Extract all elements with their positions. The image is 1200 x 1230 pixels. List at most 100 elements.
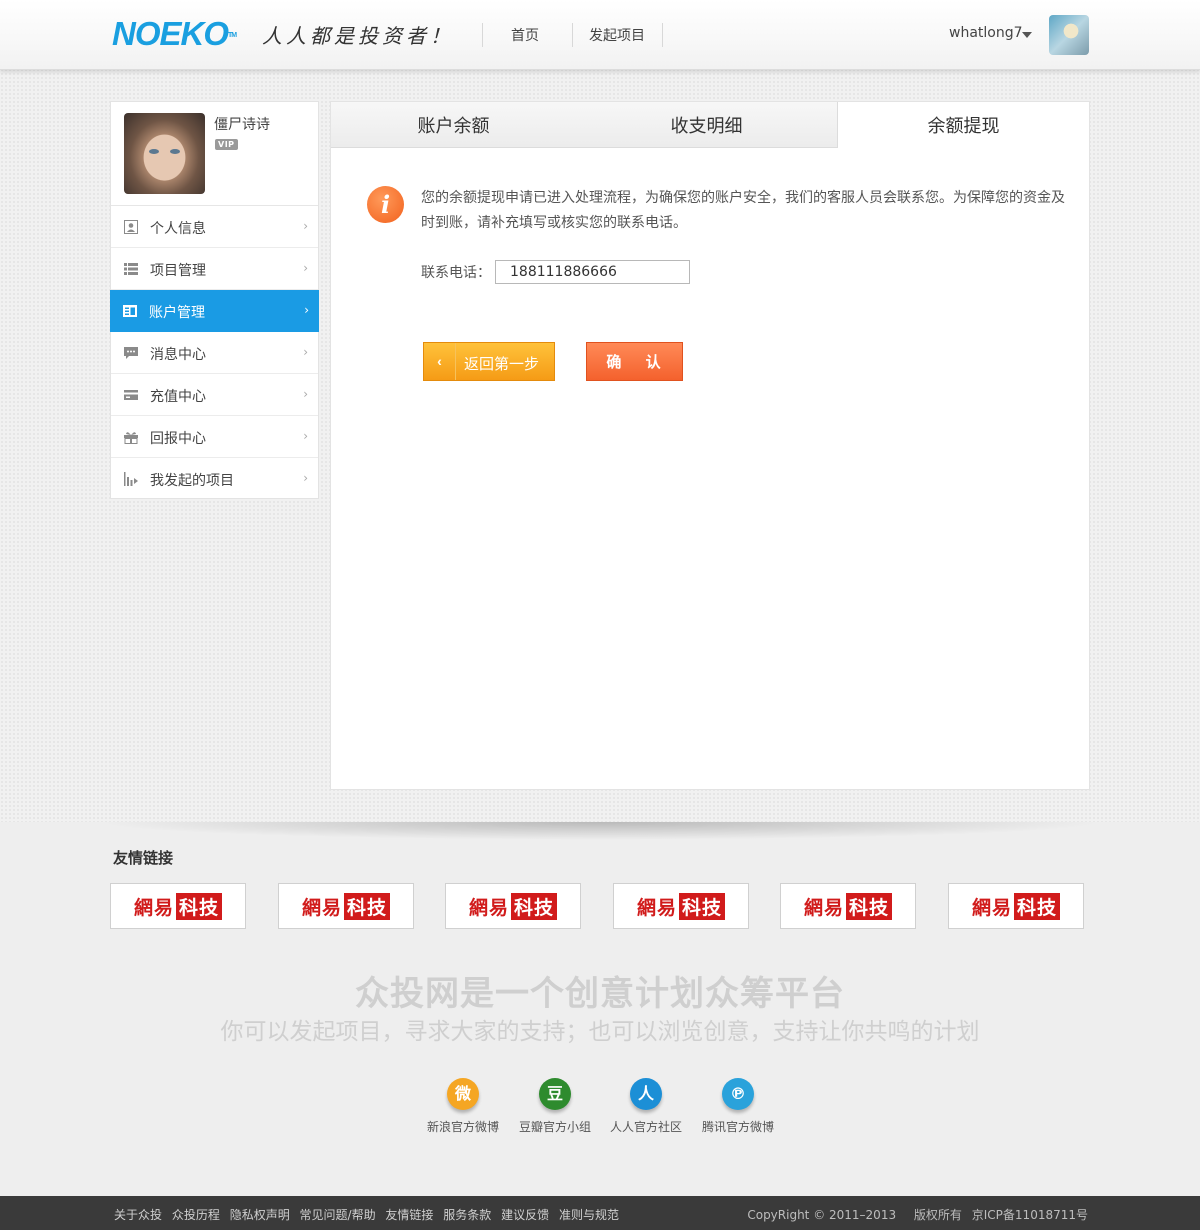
partner-logo-text: 科技 bbox=[511, 892, 558, 920]
partner-link-netease-tech[interactable]: 網易 科技 bbox=[110, 883, 246, 929]
header-slogan: 人人都是投资者！ bbox=[262, 24, 454, 48]
partner-logo-text: 科技 bbox=[1014, 892, 1061, 920]
avatar-eye bbox=[149, 149, 159, 154]
confirm-button[interactable]: 确 认 bbox=[586, 342, 683, 381]
partner-logo-text: 網易 bbox=[133, 896, 174, 919]
social-label: 腾讯官方微博 bbox=[701, 1120, 774, 1134]
social-link-weibo[interactable]: 微 新浪官方微博 bbox=[418, 1078, 508, 1135]
footer-link-privacy[interactable]: 隐私权声明 bbox=[230, 1208, 290, 1222]
platform-slogan: 众投网是一个创意计划众筹平台 bbox=[355, 974, 845, 1014]
copyright: CopyRight © 2011–2013 版权所有 京ICP备11018711… bbox=[733, 1206, 1088, 1223]
sidebar-item-recharge[interactable]: 充值中心 › bbox=[111, 374, 318, 416]
sidebar-item-messages[interactable]: 消息中心 › bbox=[111, 332, 318, 374]
social-link-renren[interactable]: 人 人人官方社区 bbox=[601, 1078, 691, 1135]
partner-link-netease-tech[interactable]: 網易 科技 bbox=[278, 883, 414, 929]
vip-badge: VIP bbox=[215, 139, 238, 150]
nav-divider bbox=[572, 23, 573, 47]
social-link-douban[interactable]: 豆 豆瓣官方小组 bbox=[510, 1078, 600, 1135]
platform-subslogan: 你可以发起项目，寻求大家的支持；也可以浏览创意，支持让你共鸣的计划 bbox=[220, 1019, 980, 1045]
nav-home[interactable]: 首页 bbox=[511, 25, 539, 45]
back-step-label: 返回第一步 bbox=[464, 356, 540, 373]
profile-card: 僵尸诗诗 VIP bbox=[111, 102, 318, 206]
gift-icon bbox=[124, 432, 138, 444]
bottom-links: 关于众投 众投历程 隐私权声明 常见问题/帮助 友情链接 服务条款 建议反馈 准… bbox=[114, 1206, 625, 1223]
sidebar-item-label: 我发起的项目 bbox=[150, 473, 234, 489]
footer-link-faq[interactable]: 常见问题/帮助 bbox=[300, 1208, 376, 1222]
chevron-right-icon: › bbox=[303, 471, 308, 485]
partner-logo-text: 網易 bbox=[301, 896, 342, 919]
social-label: 人人官方社区 bbox=[609, 1120, 682, 1134]
phone-label: 联系电话： bbox=[421, 265, 491, 281]
chevron-left-icon: ‹ bbox=[424, 343, 456, 380]
partner-logo-text: 科技 bbox=[344, 892, 391, 920]
top-header: NOEKOTM 人人都是投资者！ 首页 发起项目 whatlong7 bbox=[0, 0, 1200, 70]
avatar[interactable] bbox=[1049, 15, 1089, 55]
renren-icon: 人 bbox=[630, 1078, 662, 1110]
sidebar-item-label: 项目管理 bbox=[150, 263, 206, 279]
footer-link-terms[interactable]: 服务条款 bbox=[443, 1208, 491, 1222]
footer-link-feedback[interactable]: 建议反馈 bbox=[501, 1208, 549, 1222]
footer-link-history[interactable]: 众投历程 bbox=[172, 1208, 220, 1222]
chevron-right-icon: › bbox=[304, 303, 309, 317]
chart-icon bbox=[124, 472, 138, 486]
chevron-right-icon: › bbox=[303, 345, 308, 359]
partner-logo-text: 科技 bbox=[846, 892, 893, 920]
nav-start-project[interactable]: 发起项目 bbox=[589, 25, 645, 45]
footer-link-guidelines[interactable]: 准则与规范 bbox=[559, 1208, 619, 1222]
list-icon bbox=[124, 263, 138, 275]
douban-icon: 豆 bbox=[539, 1078, 571, 1110]
phone-input[interactable] bbox=[495, 260, 690, 284]
sidebar-item-label: 账户管理 bbox=[149, 305, 205, 321]
footer-link-about[interactable]: 关于众投 bbox=[114, 1208, 162, 1222]
user-card-icon bbox=[124, 220, 138, 234]
social-label: 新浪官方微博 bbox=[426, 1120, 499, 1134]
partner-link-netease-tech[interactable]: 網易 科技 bbox=[780, 883, 916, 929]
chevron-right-icon: › bbox=[303, 261, 308, 275]
sidebar-item-projects[interactable]: 项目管理 › bbox=[111, 248, 318, 290]
sidebar-item-my-projects[interactable]: 我发起的项目 › bbox=[111, 458, 318, 500]
message-icon bbox=[124, 347, 138, 359]
chevron-down-icon[interactable] bbox=[1022, 32, 1032, 38]
sidebar-item-profile[interactable]: 个人信息 › bbox=[111, 206, 318, 248]
nav-divider bbox=[482, 23, 483, 47]
withdraw-panel: 账户余额 收支明细 余额提现 i 您的余额提现申请已进入处理流程，为确保您的账户… bbox=[330, 101, 1090, 790]
partner-link-netease-tech[interactable]: 網易 科技 bbox=[613, 883, 749, 929]
account-icon bbox=[123, 305, 137, 317]
sidebar-item-label: 充值中心 bbox=[150, 389, 206, 405]
partner-logo-text: 網易 bbox=[636, 896, 677, 919]
tab-withdraw[interactable]: 余额提现 bbox=[837, 102, 1089, 148]
withdraw-notice: 您的余额提现申请已进入处理流程，为确保您的账户安全，我们的客服人员会联系您。为保… bbox=[421, 190, 1065, 231]
icp-text: 京ICP备11018711号 bbox=[971, 1208, 1088, 1222]
sidebar-item-label: 回报中心 bbox=[150, 431, 206, 447]
tab-income-expense[interactable]: 收支明细 bbox=[576, 102, 837, 148]
profile-name: 僵尸诗诗 bbox=[214, 117, 270, 133]
footer-area: 友情链接 網易 科技 網易 科技 網易 科技 網易 科技 網易 科技 網易 科技 众投网是一… bbox=[0, 822, 1200, 1196]
site-logo[interactable]: NOEKOTM bbox=[112, 17, 237, 50]
social-label: 豆瓣官方小组 bbox=[518, 1120, 591, 1134]
chevron-right-icon: › bbox=[303, 387, 308, 401]
sidebar: 僵尸诗诗 VIP 个人信息 › 项目管理 › 账户管理 › 消息中心 › 充值中… bbox=[110, 101, 319, 499]
bottom-bar: 关于众投 众投历程 隐私权声明 常见问题/帮助 友情链接 服务条款 建议反馈 准… bbox=[0, 1196, 1200, 1230]
tencent-weibo-icon: ℗ bbox=[722, 1078, 754, 1110]
info-icon: i bbox=[367, 186, 404, 223]
friend-links-title: 友情链接 bbox=[113, 849, 174, 867]
sidebar-item-label: 个人信息 bbox=[150, 221, 206, 237]
chevron-right-icon: › bbox=[303, 429, 308, 443]
sidebar-item-account[interactable]: 账户管理 › bbox=[110, 290, 319, 332]
tab-bar: 账户余额 收支明细 余额提现 bbox=[331, 102, 1089, 148]
sidebar-item-rewards[interactable]: 回报中心 › bbox=[111, 416, 318, 458]
avatar-eye bbox=[170, 149, 180, 154]
social-link-tencent-weibo[interactable]: ℗ 腾讯官方微博 bbox=[693, 1078, 783, 1135]
sidebar-item-label: 消息中心 bbox=[150, 347, 206, 363]
profile-avatar[interactable] bbox=[124, 113, 205, 194]
partner-link-netease-tech[interactable]: 網易 科技 bbox=[948, 883, 1084, 929]
back-step-button[interactable]: ‹ 返回第一步 bbox=[423, 342, 555, 381]
rights-text: 版权所有 bbox=[913, 1208, 962, 1222]
partner-link-netease-tech[interactable]: 網易 科技 bbox=[445, 883, 581, 929]
tab-account-balance[interactable]: 账户余额 bbox=[331, 102, 576, 148]
username-menu[interactable]: whatlong7 bbox=[949, 25, 1023, 41]
footer-link-friends[interactable]: 友情链接 bbox=[385, 1208, 433, 1222]
partner-logo-text: 科技 bbox=[679, 892, 726, 920]
nav-divider bbox=[662, 23, 663, 47]
copyright-text: CopyRight © 2011–2013 bbox=[747, 1208, 897, 1222]
